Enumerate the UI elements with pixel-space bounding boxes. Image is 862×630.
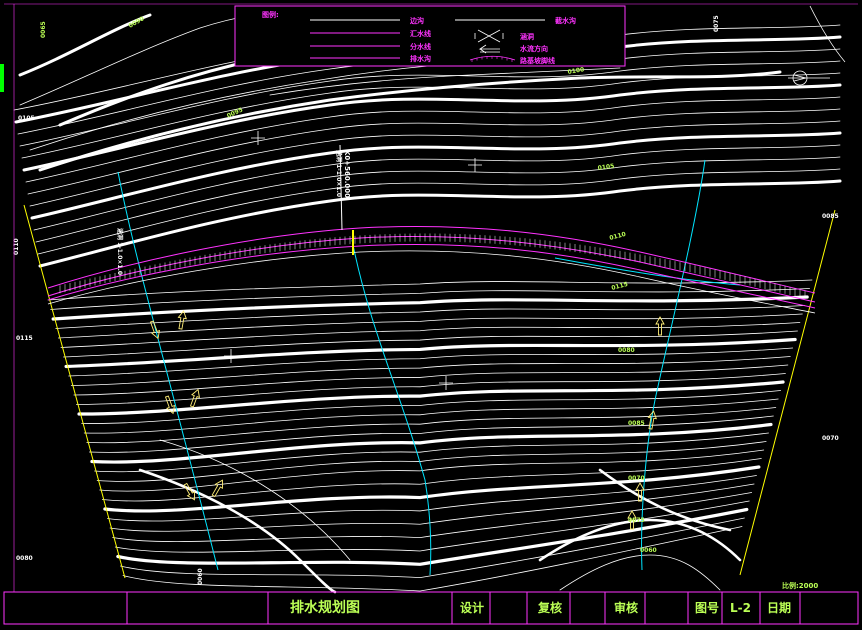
contour-line — [122, 526, 743, 592]
contour-line — [27, 108, 841, 195]
contour-label: 0090 — [128, 15, 146, 29]
drawing-no-label: 图号 — [695, 600, 719, 615]
flow-arrow-icon — [647, 410, 657, 430]
contour-label: 0105 — [597, 163, 615, 172]
road-station-label: K0+560.000 涵洞 1-1.0×1.0 — [335, 150, 351, 198]
flow-arrow-icon — [655, 316, 665, 336]
contour-label: 0080 — [618, 347, 635, 354]
contour-line — [38, 70, 782, 172]
contour-label: 0065 — [40, 21, 47, 38]
legend-item-side-ditch: 边沟 — [409, 16, 424, 25]
contour-label: 0110 — [609, 231, 627, 242]
flow-arrow-icon — [177, 310, 187, 330]
edge-elevation-label: 0060 — [197, 568, 204, 585]
svg-text:K0+560.000: K0+560.000 — [343, 150, 351, 198]
contour-label: 0070 — [628, 475, 645, 482]
review-label: 复核 — [537, 600, 562, 615]
contour-line — [559, 554, 721, 591]
contour-label: 0085 — [628, 420, 645, 427]
audit-label: 审核 — [614, 600, 638, 615]
contour-lines — [13, 7, 842, 594]
contour-label: 0060 — [640, 547, 657, 554]
edge-elevation-label: 0080 — [16, 555, 33, 562]
contour-line — [86, 407, 777, 444]
legend-item-drain-ditch: 排水沟 — [410, 54, 431, 63]
contour-line — [103, 465, 761, 513]
title-block: 排水规划图 设计 复核 审核 图号 L-2 日期 — [3, 591, 859, 625]
contour-line — [29, 120, 841, 207]
contour-line — [25, 96, 841, 183]
date-label: 日期 — [767, 600, 791, 615]
contour-line — [90, 422, 773, 464]
legend-title: 图例: — [262, 10, 279, 19]
contour-label: 0100 — [567, 66, 585, 76]
legend-item-intercept-ditch: 截水沟 — [555, 16, 576, 25]
legend-item-flow-direction: 水流方向 — [520, 44, 548, 53]
edge-elevation-label: 0085 — [822, 213, 839, 220]
svg-text:涵洞 1-1.0×1.0: 涵洞 1-1.0×1.0 — [116, 228, 124, 275]
legend-item-divide-line: 分水线 — [410, 42, 431, 51]
culvert-label-left: 涵洞 1-1.0×1.0 — [116, 228, 124, 275]
flow-arrow-icon — [211, 479, 223, 498]
contour-line — [51, 295, 809, 321]
edge-elevation-label: 0115 — [16, 335, 33, 342]
north-arrow-icon — [788, 70, 830, 86]
edge-elevation-label: 0105 — [18, 115, 35, 122]
drawing-no: L-2 — [730, 601, 751, 615]
flow-arrow-icon — [189, 388, 201, 408]
edge-marker — [0, 64, 4, 92]
svg-text:涵洞 1-1.0×1.0: 涵洞 1-1.0×1.0 — [335, 150, 343, 197]
drawing-name: 排水规划图 — [290, 599, 360, 616]
contour-line — [22, 83, 842, 172]
legend: 图例: 边沟 汇水线 分水线 排水沟 截水沟 涵洞 水流方向 路基坡脚线 — [234, 5, 626, 67]
contour-line — [38, 179, 842, 268]
contour-line — [19, 60, 841, 147]
contour-line — [94, 432, 769, 473]
edge-elevation-label: 0075 — [713, 15, 720, 32]
contour-line — [30, 131, 842, 220]
contour-line — [57, 313, 803, 339]
contour-fragment — [809, 5, 846, 63]
legend-item-slope-toe: 路基坡脚线 — [520, 56, 555, 65]
design-label: 设计 — [460, 600, 484, 615]
contour-line — [21, 72, 841, 159]
drainage-plan-drawing: 0090009501000105011001150080008500700075… — [0, 3, 859, 625]
scale-label: 比例:2000 — [782, 581, 818, 590]
legend-item-culvert: 涵洞 — [520, 32, 534, 41]
edge-elevation-label: 0070 — [822, 435, 839, 442]
contour-label: 0075 — [628, 517, 645, 524]
contour-line — [55, 305, 806, 329]
legend-item-catch-line: 汇水线 — [410, 29, 431, 38]
